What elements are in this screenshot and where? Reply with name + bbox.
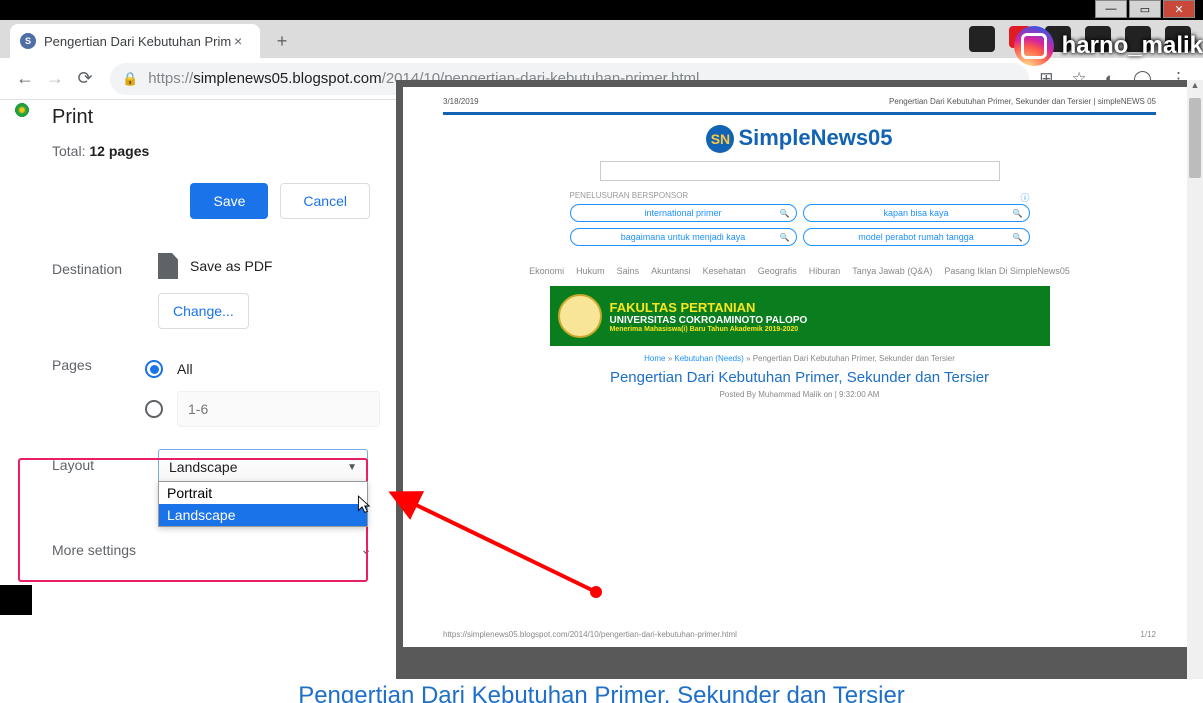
layout-option-portrait[interactable]: Portrait — [159, 482, 367, 504]
preview-meta: Posted By Muhammad Malik on | 9:32:00 AM — [443, 390, 1156, 399]
background-strip — [0, 585, 32, 615]
page-content-peek: Pengertian Dari Kebutuhan Primer, Sekund… — [0, 679, 1203, 703]
print-total: Total: 12 pages — [52, 143, 380, 159]
preview-page: 3/18/2019 Pengertian Dari Kebutuhan Prim… — [403, 87, 1196, 647]
more-settings-toggle[interactable]: More settings ⌄ — [52, 541, 380, 558]
favicon-icon: S — [20, 33, 36, 49]
destination-label: Destination — [52, 253, 158, 277]
layout-dropdown: Portrait Landscape — [158, 481, 368, 527]
sponsor-label: PENELUSURAN BERSPONSOR — [570, 191, 1030, 200]
print-dialog: Print Total: 12 pages Save Cancel Destin… — [32, 80, 396, 703]
new-tab-button[interactable]: + — [268, 27, 296, 55]
print-preview-panel: 3/18/2019 Pengertian Dari Kebutuhan Prim… — [396, 80, 1203, 703]
tab-close-button[interactable]: × — [234, 33, 250, 49]
preview-scrollbar[interactable]: ▲ ▼ — [1187, 80, 1203, 703]
bookmark-item[interactable] — [14, 103, 30, 117]
tab-title: Pengertian Dari Kebutuhan Prim — [44, 34, 234, 49]
cancel-button[interactable]: Cancel — [280, 183, 370, 219]
window-close-button[interactable]: ✕ — [1163, 0, 1195, 18]
sponsor-pill: bagaimana untuk menjadi kaya — [570, 228, 797, 246]
chevron-down-icon: ⌄ — [360, 541, 372, 558]
sponsor-pill: international primer — [570, 204, 797, 222]
window-titlebar: — ▭ ✕ — [0, 0, 1203, 20]
layout-label: Layout — [52, 449, 158, 473]
pages-range-input[interactable] — [177, 391, 380, 427]
preview-page-indicator: 1/12 — [1140, 630, 1156, 639]
window-maximize-button[interactable]: ▭ — [1129, 0, 1161, 18]
preview-rule — [443, 112, 1156, 115]
layout-select[interactable]: Landscape ▼ — [158, 449, 368, 485]
watermark-text: harno_malik — [1062, 32, 1203, 60]
preview-nav: EkonomiHukumSainsAkuntansiKesehatanGeogr… — [443, 266, 1156, 276]
layout-selected: Landscape — [169, 459, 238, 475]
instagram-icon — [1014, 26, 1054, 66]
pages-all-label: All — [177, 361, 193, 377]
scrollbar-thumb[interactable] — [1189, 98, 1201, 178]
scroll-up-icon[interactable]: ▲ — [1187, 80, 1203, 96]
preview-footer-url: https://simplenews05.blogspot.com/2014/1… — [443, 630, 737, 639]
pdf-icon — [158, 253, 178, 279]
destination-value: Save as PDF — [190, 258, 272, 274]
preview-header-title: Pengertian Dari Kebutuhan Primer, Sekund… — [889, 97, 1156, 106]
browser-tab[interactable]: S Pengertian Dari Kebutuhan Prim × — [10, 24, 260, 58]
seal-icon — [558, 294, 602, 338]
logo-icon: SN — [706, 125, 734, 153]
window-minimize-button[interactable]: — — [1095, 0, 1127, 18]
preview-banner: FAKULTAS PERTANIAN UNIVERSITAS COKROAMIN… — [550, 286, 1050, 346]
preview-logo: SNSimpleNews05 — [443, 125, 1156, 153]
sponsor-pill: kapan bisa kaya — [803, 204, 1030, 222]
save-button[interactable]: Save — [190, 183, 268, 219]
pages-range-radio[interactable] — [145, 400, 163, 418]
preview-article-title: Pengertian Dari Kebutuhan Primer, Sekund… — [443, 369, 1156, 386]
taskbar-app-icon — [969, 26, 995, 52]
pages-label: Pages — [52, 349, 145, 373]
preview-search-box — [600, 161, 1000, 181]
change-destination-button[interactable]: Change... — [158, 293, 249, 329]
chevron-down-icon: ▼ — [347, 462, 357, 473]
preview-breadcrumb: Home » Kebutuhan (Needs) » Pengertian Da… — [443, 354, 1156, 363]
layout-option-landscape[interactable]: Landscape — [159, 504, 367, 526]
print-title: Print — [52, 106, 380, 129]
pages-all-radio[interactable] — [145, 360, 163, 378]
instagram-watermark: harno_malik — [1014, 26, 1203, 66]
preview-date: 3/18/2019 — [443, 97, 479, 106]
sponsor-pill: model perabot rumah tangga — [803, 228, 1030, 246]
